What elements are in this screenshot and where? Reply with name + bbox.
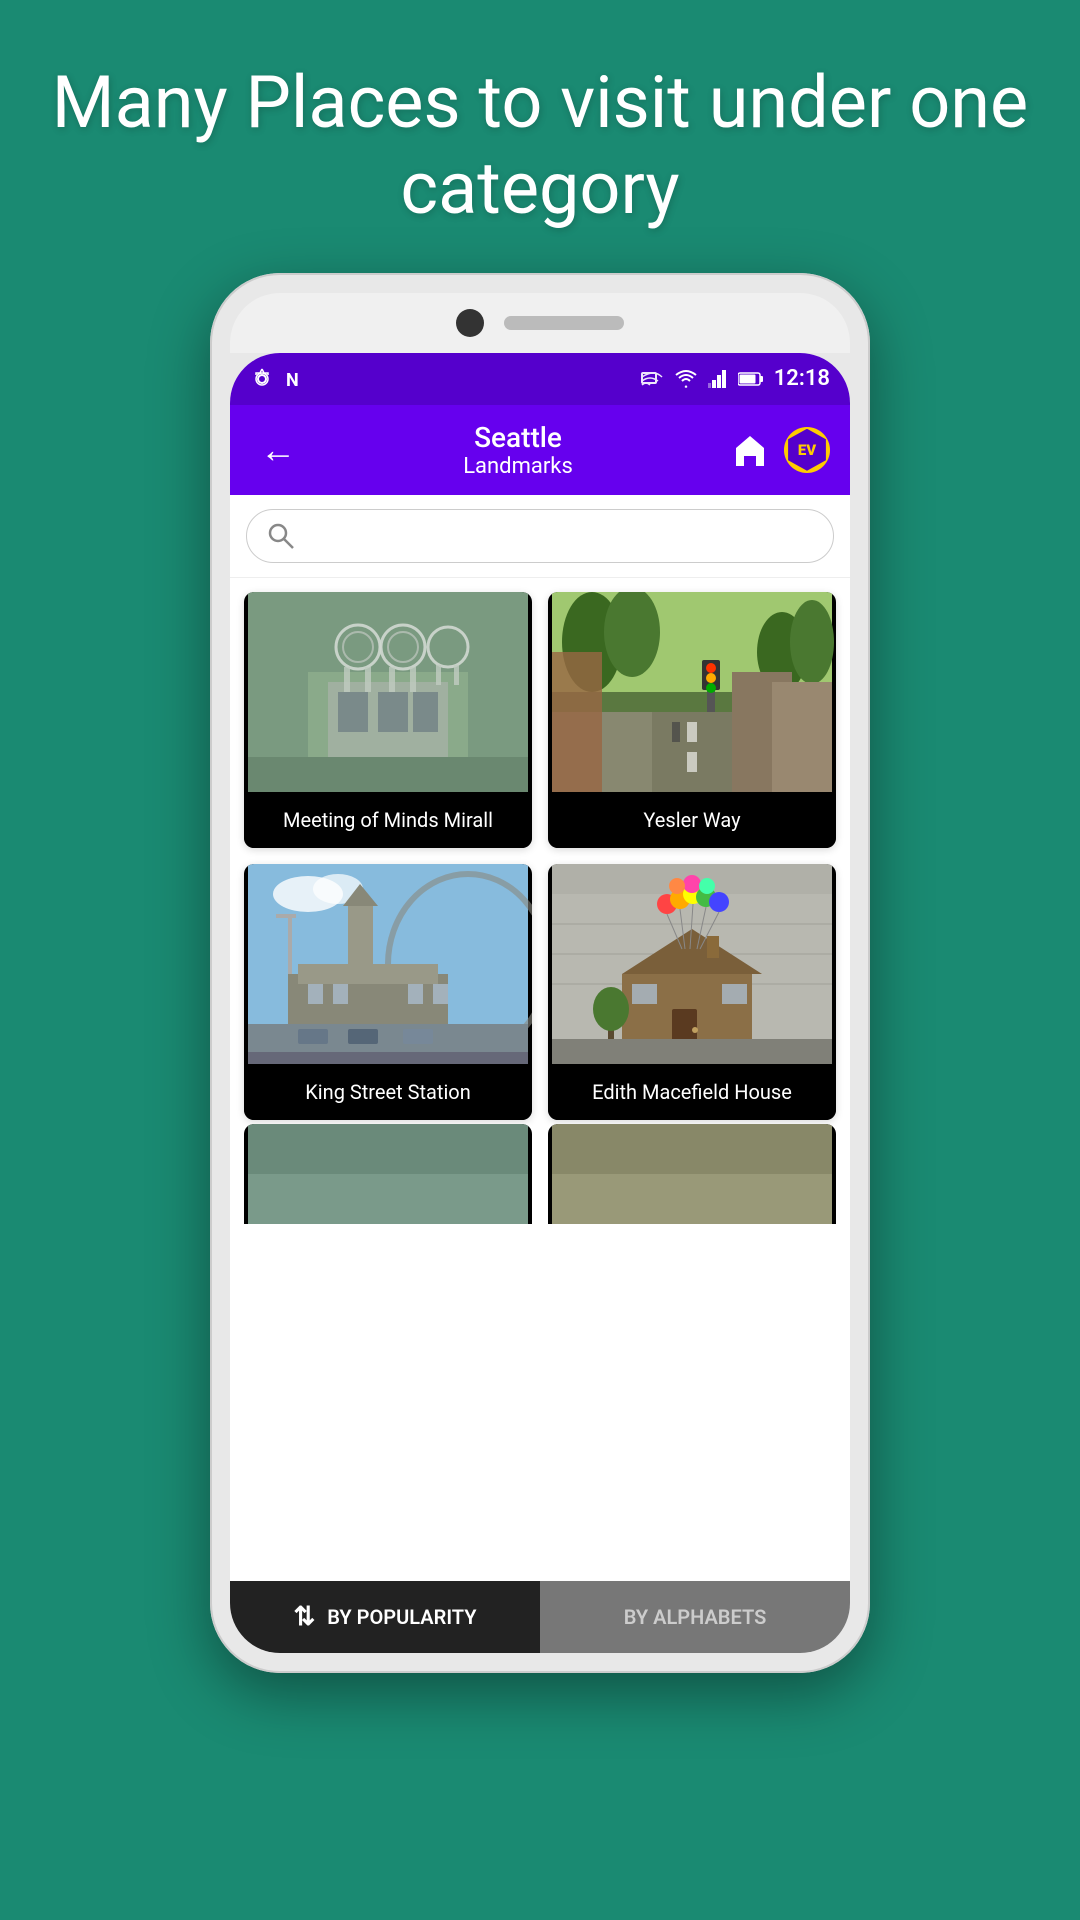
alphabets-label: BY ALPHABETS (624, 1605, 767, 1629)
card-label-meeting-minds: Meeting of Minds Mirall (244, 792, 532, 848)
phone-bezel (230, 293, 850, 353)
camera-icon (250, 367, 274, 391)
partial-row (244, 1124, 836, 1224)
page-title: Many Places to visit under one category (40, 60, 1040, 233)
app-bar-icons: EV (730, 427, 830, 473)
landmark-grid: Meeting of Minds Mirall (244, 592, 836, 1120)
search-icon (267, 522, 295, 550)
wifi-icon (674, 367, 698, 391)
card-meeting-minds[interactable]: Meeting of Minds Mirall (244, 592, 532, 848)
battery-icon (738, 371, 764, 387)
partial-card-left (244, 1124, 532, 1224)
camera (456, 309, 484, 337)
card-edith-macefield[interactable]: Edith Macefield House (548, 864, 836, 1120)
card-yesler-way[interactable]: Yesler Way (548, 592, 836, 848)
app-bar-title: Seattle Landmarks (463, 421, 573, 479)
partial-card-right (548, 1124, 836, 1224)
status-right-icons: 12:18 (640, 366, 830, 391)
signal-icon (708, 368, 728, 390)
search-input[interactable] (309, 522, 813, 550)
page-title-area: Many Places to visit under one category (0, 0, 1080, 273)
sort-icon: ⇅ (293, 1602, 315, 1632)
status-bar: N (230, 353, 850, 405)
card-image-yesler-way (548, 592, 836, 792)
category-name: Landmarks (463, 454, 573, 479)
sort-by-alphabets-button[interactable]: BY ALPHABETS (540, 1581, 850, 1653)
card-king-street[interactable]: King Street Station (244, 864, 532, 1120)
city-name: Seattle (463, 421, 573, 454)
status-time: 12:18 (774, 366, 830, 391)
card-image-king-street (244, 864, 532, 1064)
bottom-bar: ⇅ BY POPULARITY BY ALPHABETS (230, 1581, 850, 1653)
sort-by-popularity-button[interactable]: ⇅ BY POPULARITY (230, 1581, 540, 1653)
popularity-label: BY POPULARITY (327, 1605, 476, 1629)
phone-inner: N (230, 353, 850, 1653)
card-label-yesler-way: Yesler Way (548, 792, 836, 848)
n-icon: N (284, 368, 306, 390)
phone-container: N (210, 273, 870, 1673)
card-image-edith-macefield (548, 864, 836, 1064)
ev-badge[interactable]: EV (784, 427, 830, 473)
home-button[interactable] (730, 430, 770, 470)
app-bar: ← Seattle Landmarks EV (230, 405, 850, 495)
card-label-king-street: King Street Station (244, 1064, 532, 1120)
svg-text:N: N (286, 370, 299, 390)
card-image-meeting-minds (244, 592, 532, 792)
cast-icon (640, 367, 664, 391)
speaker (504, 316, 624, 330)
content-area: Meeting of Minds Mirall (230, 578, 850, 1581)
search-container (230, 495, 850, 578)
back-button[interactable]: ← (250, 419, 306, 481)
search-box (246, 509, 834, 563)
card-label-edith-macefield: Edith Macefield House (548, 1064, 836, 1120)
status-left-icons: N (250, 367, 306, 391)
